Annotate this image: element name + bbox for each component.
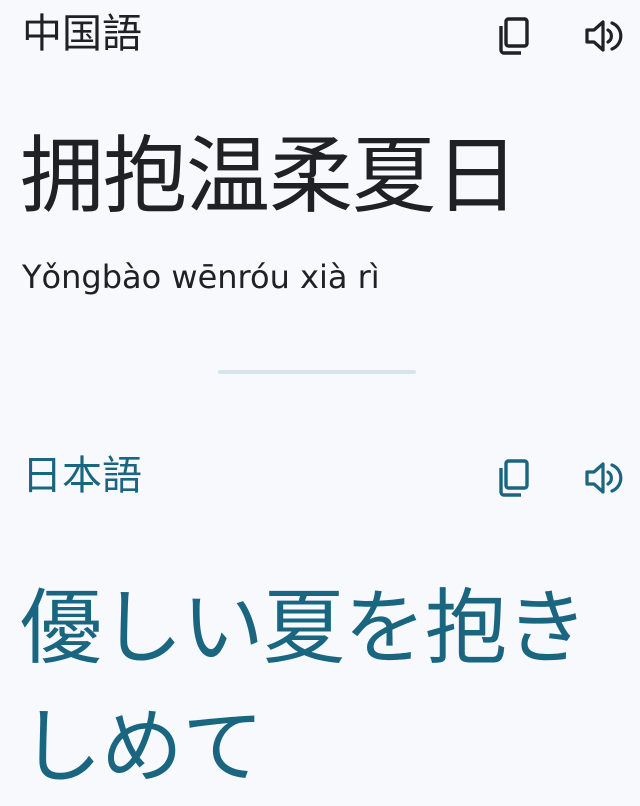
copy-source-button[interactable] (492, 14, 536, 58)
speaker-icon (585, 20, 623, 52)
source-panel: 中国語 拥抱温柔夏日 Yǒngbào wēnróu xià rì (0, 0, 640, 374)
source-romanization: Yǒngbào wēnróu xià rì (22, 258, 380, 296)
translation-result-page: 中国語 拥抱温柔夏日 Yǒngbào wēnróu xià rì 日本語 優しい… (0, 0, 640, 806)
section-divider (218, 370, 416, 374)
copy-icon (499, 459, 529, 497)
source-language-label: 中国語 (22, 11, 142, 57)
translated-text: 優しい夏を抱きしめて (20, 581, 588, 795)
source-text: 拥抱温柔夏日 (20, 127, 519, 225)
speaker-icon (585, 462, 623, 494)
copy-translation-button[interactable] (492, 456, 536, 500)
target-language-label: 日本語 (22, 453, 142, 499)
listen-translation-button[interactable] (582, 456, 626, 500)
target-language-row: 日本語 (0, 440, 640, 512)
target-panel: 日本語 優しい夏を抱きしめて (0, 440, 640, 795)
copy-icon (499, 17, 529, 55)
listen-source-button[interactable] (582, 14, 626, 58)
source-language-row: 中国語 (0, 0, 640, 72)
